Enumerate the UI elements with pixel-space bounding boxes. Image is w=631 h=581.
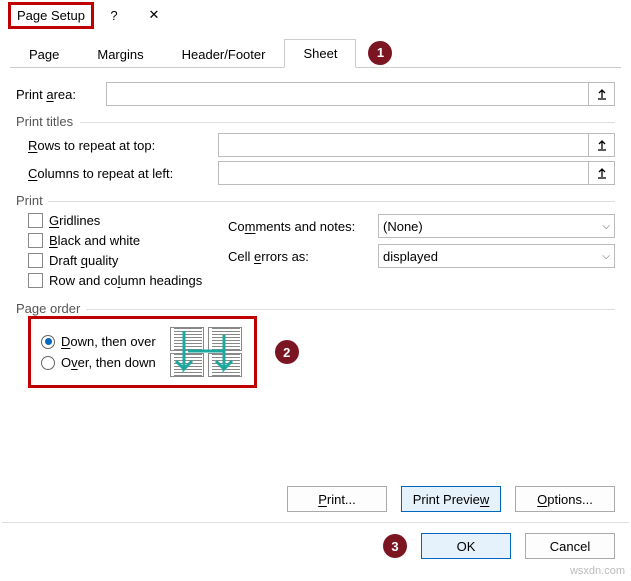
down-then-over-label: Down, then over (61, 334, 156, 349)
print-area-row: Print area: (16, 82, 615, 106)
cell-errors-select[interactable]: displayed ⌵ (378, 244, 615, 268)
tab-margins[interactable]: Margins (78, 40, 162, 68)
tabbar: Page Margins Header/Footer Sheet 1 (10, 38, 621, 68)
draft-quality-checkbox[interactable] (28, 253, 43, 268)
annotation-badge-3: 3 (383, 534, 407, 558)
dialog-title: Page Setup (8, 2, 94, 29)
row-col-headings-label: Row and column headings (49, 273, 202, 288)
page-setup-dialog: Page Setup ? ✕ Page Margins Header/Foote… (0, 0, 631, 581)
comments-label: Comments and notes: (228, 219, 378, 234)
ok-button[interactable]: OK (421, 533, 511, 559)
cols-repeat-label: Columns to repeat at left: (28, 166, 218, 181)
print-preview-button[interactable]: Print Preview (401, 486, 501, 512)
print-checkboxes: Gridlines Black and white Draft quality … (28, 208, 208, 293)
radio-icon (41, 335, 55, 349)
order-arrow-icon (168, 325, 248, 379)
annotation-badge-1: 1 (368, 41, 392, 65)
cancel-button[interactable]: Cancel (525, 533, 615, 559)
cols-repeat-input[interactable] (218, 161, 589, 185)
over-then-down-radio[interactable]: Over, then down (41, 355, 156, 370)
black-white-label: Black and white (49, 233, 140, 248)
titlebar: Page Setup ? ✕ (0, 0, 631, 30)
page-order-legend: Page order (16, 301, 615, 316)
tab-sheet[interactable]: Sheet (284, 39, 356, 68)
down-then-over-radio[interactable]: Down, then over (41, 334, 156, 349)
gridlines-checkbox[interactable] (28, 213, 43, 228)
print-area-input[interactable] (106, 82, 589, 106)
footer-buttons-row: 3 OK Cancel (0, 523, 631, 581)
gridlines-label: Gridlines (49, 213, 100, 228)
row-col-headings-checkbox[interactable] (28, 273, 43, 288)
over-then-down-label: Over, then down (61, 355, 156, 370)
action-buttons-row: Print... Print Preview Options... (0, 476, 631, 522)
rows-repeat-input[interactable] (218, 133, 589, 157)
range-arrow-icon (596, 139, 608, 151)
rows-repeat-label: Rows to repeat at top: (28, 138, 218, 153)
radio-icon (41, 356, 55, 370)
rows-repeat-range-picker[interactable] (589, 133, 615, 157)
range-arrow-icon (596, 88, 608, 100)
draft-quality-label: Draft quality (49, 253, 118, 268)
watermark: wsxdn.com (570, 565, 625, 577)
cols-repeat-range-picker[interactable] (589, 161, 615, 185)
cell-errors-label: Cell errors as: (228, 249, 378, 264)
print-titles-legend: Print titles (16, 114, 615, 129)
comments-value: (None) (383, 219, 423, 234)
tab-header-footer[interactable]: Header/Footer (163, 40, 285, 68)
annotation-badge-2: 2 (275, 340, 299, 364)
print-button[interactable]: Print... (287, 486, 387, 512)
page-order-preview (168, 325, 248, 379)
close-button[interactable]: ✕ (134, 1, 174, 29)
range-arrow-icon (596, 167, 608, 179)
cell-errors-value: displayed (383, 249, 438, 264)
dialog-content: Print area: Print titles Rows to repeat … (0, 68, 631, 476)
print-area-range-picker[interactable] (589, 82, 615, 106)
options-button[interactable]: Options... (515, 486, 615, 512)
comments-select[interactable]: (None) ⌵ (378, 214, 615, 238)
chevron-down-icon: ⌵ (602, 221, 610, 232)
print-area-label: Print area: (16, 87, 106, 102)
print-legend: Print (16, 193, 615, 208)
black-white-checkbox[interactable] (28, 233, 43, 248)
chevron-down-icon: ⌵ (602, 251, 610, 262)
tab-page[interactable]: Page (10, 40, 78, 68)
help-button[interactable]: ? (94, 1, 134, 29)
